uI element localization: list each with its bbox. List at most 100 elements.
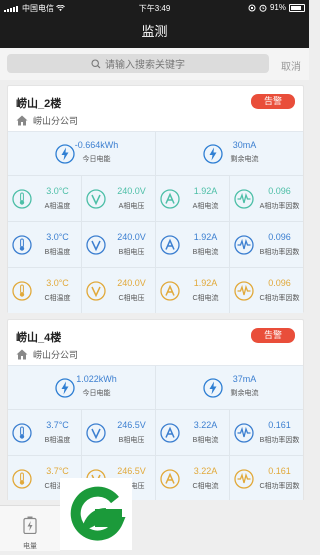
search-placeholder: 请输入搜索关键字 <box>105 60 185 71</box>
card-title: 崂山_2楼 <box>16 98 62 110</box>
org-row: 崂山分公司 <box>16 114 78 127</box>
metric-label: B相电流 <box>192 437 219 444</box>
metric-label: B相功率因数 <box>259 249 300 256</box>
alarm-badge[interactable]: 告警 <box>251 94 295 109</box>
card-title: 崂山_4楼 <box>16 332 62 344</box>
metric-temperature: 3.0°C B相温度 <box>8 222 82 267</box>
metric-power-factor: 0.096 B相功率因数 <box>230 222 303 267</box>
metric-label: C相温度 <box>44 295 71 302</box>
nav-bar: 监测 <box>0 15 309 48</box>
thermometer-icon <box>12 280 32 301</box>
metric-energy: -0.664kWh 今日电能 <box>8 132 156 175</box>
metric-current: 3.22A C相电流 <box>156 456 230 501</box>
metric-label: C相电压 <box>118 295 145 302</box>
thermometer-icon <box>12 188 32 209</box>
metric-label: C相功率因数 <box>259 295 300 302</box>
voltage-icon <box>86 234 106 255</box>
metric-label: C相电流 <box>192 295 219 302</box>
waveform-icon <box>234 468 254 489</box>
metric-label: B相功率因数 <box>259 437 300 444</box>
waveform-icon <box>234 422 254 443</box>
metric-value: 3.0°C <box>46 232 69 242</box>
phase-row: 3.0°C C相温度 240.0V C相电压 1.92A C相电流 0.096 … <box>8 268 303 313</box>
metrics-grid: -0.664kWh 今日电能 30mA 剩余电流 3.0°C A相温度 240.… <box>8 131 303 313</box>
voltage-icon <box>86 188 106 209</box>
metric-power-factor: 0.161 B相功率因数 <box>230 410 303 455</box>
metric-value: 240.0V <box>117 186 146 196</box>
leaf-logo-icon <box>70 486 126 541</box>
current-icon <box>160 468 180 489</box>
waveform-icon <box>234 234 254 255</box>
phase-row: 3.0°C B相温度 240.0V B相电压 1.92A B相电流 0.096 … <box>8 222 303 268</box>
alarm-clock-icon <box>259 4 267 12</box>
tab-electricity[interactable]: 电量 <box>14 516 46 551</box>
phase-row: 3.7°C B相温度 246.5V B相电压 3.22A B相电流 0.161 … <box>8 410 303 456</box>
monitor-card[interactable]: 崂山_4楼 告警 崂山分公司 1.022kWh 今日电能 37mA 剩余电流 3… <box>7 319 304 521</box>
metric-label: B相电压 <box>118 437 145 444</box>
battery-percent: 91% <box>269 3 286 12</box>
metric-value: 240.0V <box>117 232 146 242</box>
monitor-card[interactable]: 崂山_2楼 告警 崂山分公司 -0.664kWh 今日电能 30mA 剩余电流 … <box>7 85 304 313</box>
home-icon <box>16 349 28 360</box>
phase-row: 3.7°C C相温度 246.5V C相电压 3.22A C相电流 0.161 … <box>8 456 303 501</box>
current-icon <box>160 422 180 443</box>
current-icon <box>160 188 180 209</box>
home-icon <box>16 115 28 126</box>
metric-label: 今日电能 <box>82 390 111 397</box>
metric-label: A相电流 <box>192 203 219 210</box>
metric-value: 0.161 <box>268 466 291 476</box>
metric-residual-current: 37mA 剩余电流 <box>156 366 303 409</box>
voltage-icon <box>86 280 106 301</box>
cancel-button[interactable]: 取消 <box>281 58 301 73</box>
app-logo <box>60 478 132 550</box>
waveform-icon <box>234 188 254 209</box>
metric-power-factor: 0.161 C相功率因数 <box>230 456 303 501</box>
thermometer-icon <box>12 234 32 255</box>
metric-value: 3.22A <box>193 420 218 430</box>
metric-label: 今日电能 <box>82 156 111 163</box>
metric-label: A相电压 <box>118 203 145 210</box>
metric-value: 3.0°C <box>46 186 69 196</box>
metric-temperature: 3.7°C B相温度 <box>8 410 82 455</box>
status-bar: 中国电信 下午3:49 91% <box>0 0 309 15</box>
orientation-lock-icon <box>248 4 256 11</box>
metric-value: 3.22A <box>193 466 218 476</box>
metric-value: -0.664kWh <box>74 140 119 150</box>
metric-voltage: 240.0V A相电压 <box>82 176 156 221</box>
metric-voltage: 240.0V C相电压 <box>82 268 156 313</box>
metric-value: 0.096 <box>268 186 291 196</box>
metric-label: A相功率因数 <box>259 203 300 210</box>
metric-power-factor: 0.096 C相功率因数 <box>230 268 303 313</box>
metric-value: 0.096 <box>268 278 291 288</box>
metric-value: 240.0V <box>117 278 146 288</box>
metric-label: 剩余电流 <box>230 390 259 397</box>
waveform-icon <box>234 280 254 301</box>
metric-value: 30mA <box>232 140 257 150</box>
metric-value: 1.92A <box>193 232 218 242</box>
metric-current: 3.22A B相电流 <box>156 410 230 455</box>
search-input[interactable]: 请输入搜索关键字 <box>7 54 269 73</box>
metric-current: 1.92A B相电流 <box>156 222 230 267</box>
metric-voltage: 240.0V B相电压 <box>82 222 156 267</box>
metric-label: A相温度 <box>44 203 71 210</box>
thermometer-icon <box>12 422 32 443</box>
metric-value: 1.92A <box>193 278 218 288</box>
phase-row: 3.0°C A相温度 240.0V A相电压 1.92A A相电流 0.096 … <box>8 176 303 222</box>
metric-value: 246.5V <box>117 420 146 430</box>
metric-current: 1.92A C相电流 <box>156 268 230 313</box>
metric-label: B相电压 <box>118 249 145 256</box>
metric-temperature: 3.0°C C相温度 <box>8 268 82 313</box>
alarm-badge[interactable]: 告警 <box>251 328 295 343</box>
metric-power-factor: 0.096 A相功率因数 <box>230 176 303 221</box>
metric-value: 246.5V <box>117 466 146 476</box>
metric-value: 1.022kWh <box>76 374 117 384</box>
metric-value: 0.161 <box>268 420 291 430</box>
metric-residual-current: 30mA 剩余电流 <box>156 132 303 175</box>
battery-charge-icon <box>23 516 37 535</box>
metric-label: B相温度 <box>44 249 71 256</box>
page-title: 监测 <box>141 24 168 39</box>
metric-label: B相电流 <box>192 249 219 256</box>
search-row: 请输入搜索关键字 取消 <box>0 48 309 80</box>
thermometer-icon <box>12 468 32 489</box>
metric-value: 1.92A <box>193 186 218 196</box>
